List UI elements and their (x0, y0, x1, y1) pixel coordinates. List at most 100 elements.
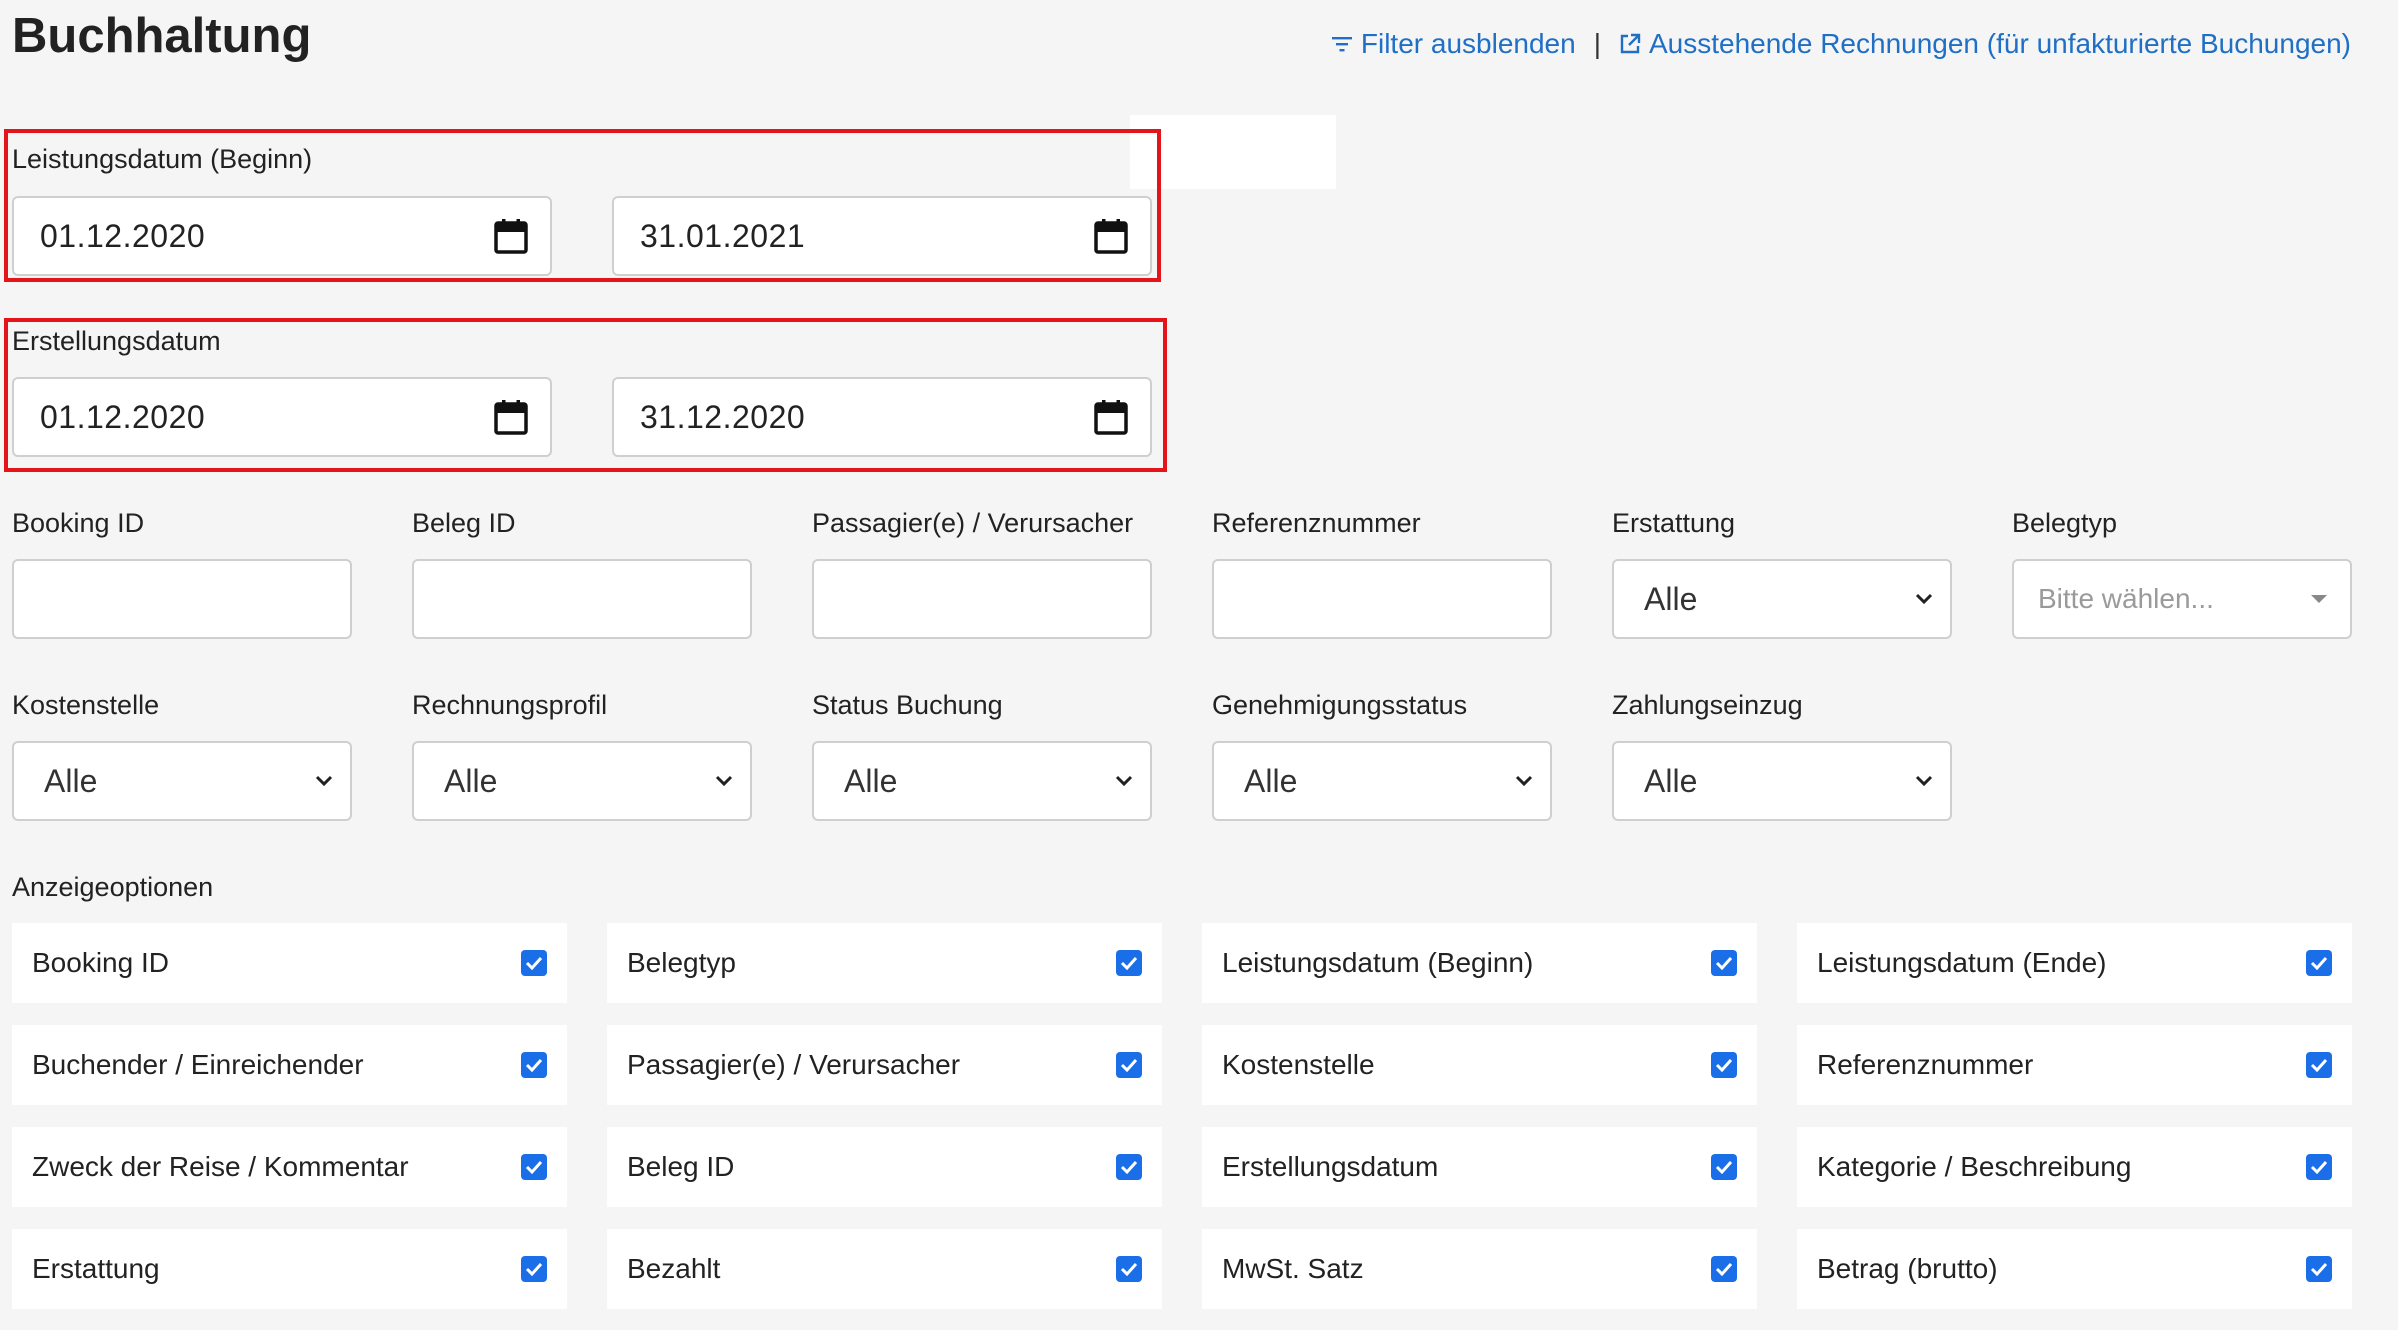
checkmark-icon (525, 956, 543, 970)
booking-status-label: Status Buchung (812, 690, 1003, 720)
display-option-tile[interactable]: Leistungsdatum (Beginn) (1202, 923, 1757, 1003)
calendar-icon[interactable] (1094, 218, 1128, 254)
chevron-down-icon (1915, 775, 1933, 787)
display-option-tile[interactable]: MwSt. Satz (1202, 1229, 1757, 1309)
filter-toggle-label: Filter ausblenden (1360, 28, 1576, 59)
payment-collection-select[interactable]: Alle (1612, 741, 1952, 821)
display-option-checkbox[interactable] (1116, 1052, 1142, 1078)
display-option-checkbox[interactable] (1116, 1256, 1142, 1282)
display-option-checkbox[interactable] (2306, 950, 2332, 976)
page-title: Buchhaltung (12, 9, 312, 63)
service-date-to-input[interactable]: 31.01.2021 (612, 196, 1152, 276)
display-option-tile[interactable]: Bezahlt (607, 1229, 1162, 1309)
display-option-label: Booking ID (32, 947, 169, 978)
chevron-down-icon (1115, 775, 1133, 787)
creation-date-to-value: 31.12.2020 (640, 398, 806, 435)
booking-status-value: Alle (844, 762, 898, 799)
service-date-from-value: 01.12.2020 (40, 217, 206, 254)
header-links: Filter ausblenden | Ausstehende Rechnung… (1331, 24, 2351, 64)
calendar-icon[interactable] (494, 399, 528, 435)
display-option-tile[interactable]: Buchender / Einreichender (12, 1025, 567, 1105)
checkmark-icon (2310, 1262, 2328, 1276)
chevron-down-icon (1915, 593, 1933, 605)
calendar-icon[interactable] (494, 218, 528, 254)
refund-select-value: Alle (1644, 580, 1698, 617)
booking-id-input[interactable] (12, 559, 352, 639)
display-option-checkbox[interactable] (1711, 950, 1737, 976)
display-option-checkbox[interactable] (1116, 950, 1142, 976)
document-type-label: Belegtyp (2012, 508, 2118, 538)
display-option-checkbox[interactable] (1116, 1154, 1142, 1180)
display-option-tile[interactable]: Betrag (brutto) (1797, 1229, 2352, 1309)
checkmark-icon (2310, 956, 2328, 970)
reference-number-input[interactable] (1212, 559, 1552, 639)
display-option-checkbox[interactable] (2306, 1256, 2332, 1282)
display-options-label: Anzeigeoptionen (12, 872, 214, 902)
display-option-checkbox[interactable] (521, 1256, 547, 1282)
checkmark-icon (525, 1262, 543, 1276)
approval-status-select[interactable]: Alle (1212, 741, 1552, 821)
payment-collection-label: Zahlungseinzug (1612, 690, 1803, 720)
display-option-checkbox[interactable] (521, 950, 547, 976)
chevron-down-icon (715, 775, 733, 787)
display-option-tile[interactable]: Leistungsdatum (Ende) (1797, 923, 2352, 1003)
refund-label: Erstattung (1612, 508, 1736, 538)
refund-select[interactable]: Alle (1612, 559, 1952, 639)
payment-collection-value: Alle (1644, 762, 1698, 799)
booking-status-select[interactable]: Alle (812, 741, 1152, 821)
caret-down-icon (2311, 595, 2327, 603)
display-option-tile[interactable]: Zweck der Reise / Kommentar (12, 1127, 567, 1207)
calendar-icon[interactable] (1094, 399, 1128, 435)
passenger-input[interactable] (812, 559, 1152, 639)
invoice-profile-value: Alle (444, 762, 498, 799)
display-option-checkbox[interactable] (521, 1154, 547, 1180)
checkmark-icon (1120, 1262, 1138, 1276)
display-option-tile[interactable]: Erstellungsdatum (1202, 1127, 1757, 1207)
display-option-tile[interactable]: Erstattung (12, 1229, 567, 1309)
display-option-tile[interactable]: Beleg ID (607, 1127, 1162, 1207)
display-option-checkbox[interactable] (2306, 1154, 2332, 1180)
display-option-label: Bezahlt (627, 1253, 721, 1284)
display-option-tile[interactable]: Passagier(e) / Verursacher (607, 1025, 1162, 1105)
display-option-label: Erstellungsdatum (1222, 1151, 1439, 1182)
display-option-tile[interactable]: Booking ID (12, 923, 567, 1003)
beleg-id-input[interactable] (412, 559, 752, 639)
cost-center-select[interactable]: Alle (12, 741, 352, 821)
creation-date-to-input[interactable]: 31.12.2020 (612, 377, 1152, 457)
creation-date-from-input[interactable]: 01.12.2020 (12, 377, 552, 457)
display-option-tile[interactable]: Belegtyp (607, 923, 1162, 1003)
display-option-label: Referenznummer (1817, 1049, 2034, 1080)
pending-invoices-link[interactable]: Ausstehende Rechnungen (für unfakturiert… (1619, 28, 2351, 60)
display-option-label: Kostenstelle (1222, 1049, 1375, 1080)
display-option-checkbox[interactable] (521, 1052, 547, 1078)
display-option-label: Erstattung (32, 1253, 160, 1284)
display-option-tile[interactable]: Referenznummer (1797, 1025, 2352, 1105)
display-option-tile[interactable]: Kostenstelle (1202, 1025, 1757, 1105)
display-option-checkbox[interactable] (1711, 1052, 1737, 1078)
display-option-checkbox[interactable] (1711, 1154, 1737, 1180)
booking-id-label: Booking ID (12, 508, 145, 538)
external-link-icon (1620, 33, 1641, 54)
display-option-tile[interactable]: Kategorie / Beschreibung (1797, 1127, 2352, 1207)
display-option-checkbox[interactable] (2306, 1052, 2332, 1078)
display-option-label: MwSt. Satz (1222, 1253, 1364, 1284)
invoice-profile-select[interactable]: Alle (412, 741, 752, 821)
filter-toggle-link[interactable]: Filter ausblenden (1331, 28, 1576, 60)
creation-date-from-value: 01.12.2020 (40, 398, 206, 435)
display-option-label: Betrag (brutto) (1817, 1253, 1998, 1284)
display-option-label: Leistungsdatum (Ende) (1817, 947, 2107, 978)
display-option-label: Passagier(e) / Verursacher (627, 1049, 961, 1080)
cost-center-value: Alle (44, 762, 98, 799)
cost-center-label: Kostenstelle (12, 690, 160, 720)
service-date-from-input[interactable]: 01.12.2020 (12, 196, 552, 276)
display-option-label: Zweck der Reise / Kommentar (32, 1151, 409, 1182)
checkmark-icon (1715, 1058, 1733, 1072)
checkmark-icon (1120, 1160, 1138, 1174)
reference-number-label: Referenznummer (1212, 508, 1421, 538)
checkmark-icon (1715, 1262, 1733, 1276)
display-option-checkbox[interactable] (1711, 1256, 1737, 1282)
document-type-select[interactable]: Bitte wählen... (2012, 559, 2352, 639)
chevron-down-icon (315, 775, 333, 787)
service-date-to-value: 31.01.2021 (640, 217, 806, 254)
checkmark-icon (2310, 1160, 2328, 1174)
